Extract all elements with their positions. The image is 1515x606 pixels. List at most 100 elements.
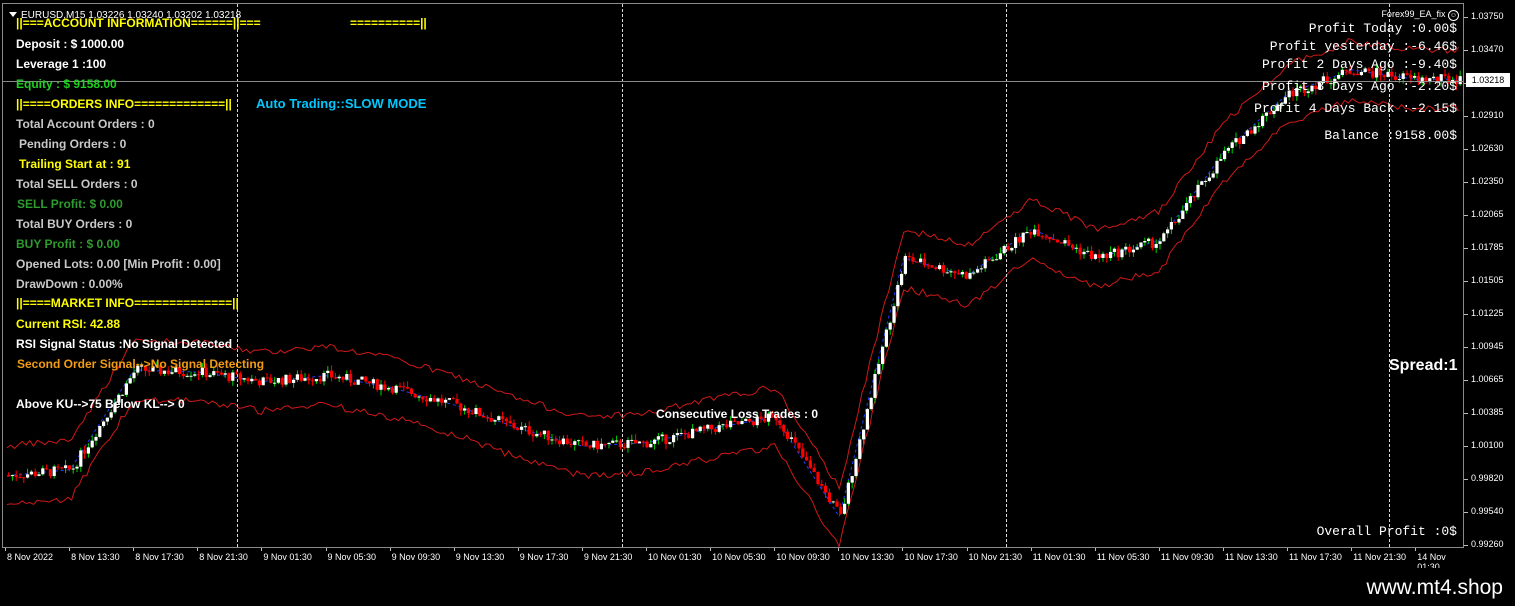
bull-candle — [1112, 248, 1116, 252]
bull-candle — [105, 417, 109, 422]
bull-candle — [379, 384, 383, 390]
bull-candle — [858, 439, 862, 459]
bull-candle — [729, 420, 733, 428]
overall-profit: Overall Profit :0$ — [1316, 524, 1457, 539]
bear-candle — [227, 373, 231, 381]
bull-candle — [972, 272, 976, 274]
bull-candle — [938, 265, 942, 270]
bear-candle — [565, 438, 569, 445]
time-label: 9 Nov 01:30 — [263, 552, 312, 562]
bull-candle — [1359, 71, 1363, 76]
time-tick — [902, 548, 904, 551]
time-tick — [710, 548, 712, 551]
bear-candle — [751, 421, 755, 426]
bull-candle — [896, 284, 900, 307]
bull-candle — [607, 442, 611, 445]
bull-candle — [1074, 247, 1078, 249]
bull-candle — [337, 376, 341, 379]
bear-candle — [926, 265, 930, 267]
price-tick — [1464, 215, 1468, 217]
chart-area[interactable]: EURUSD,M15 1.03226 1.03240 1.03202 1.032… — [2, 3, 1464, 548]
bear-candle — [67, 465, 71, 470]
time-label: 11 Nov 17:30 — [1289, 552, 1342, 562]
deposit: Deposit : $ 1000.00 — [16, 37, 125, 51]
bear-candle — [288, 374, 292, 383]
day-separator — [1006, 4, 1007, 547]
bull-candle — [577, 440, 581, 442]
price-label: 1.00665 — [1471, 373, 1504, 384]
bear-candle — [83, 450, 87, 454]
sell-profit: SELL Profit: $ 0.00 — [17, 197, 123, 211]
bull-candle — [98, 425, 102, 437]
time-label: 11 Nov 21:30 — [1353, 552, 1406, 562]
bear-candle — [60, 467, 64, 469]
market-header: ||====MARKET INFO==============|| — [16, 296, 239, 310]
bull-candle — [326, 370, 330, 374]
bear-candle — [1150, 238, 1154, 248]
bull-candle — [831, 501, 835, 503]
bear-candle — [1390, 71, 1394, 77]
bear-candle — [349, 374, 353, 383]
bear-candle — [1382, 75, 1386, 77]
bull-candle — [1101, 253, 1105, 258]
bull-candle — [428, 397, 432, 402]
bear-candle — [531, 434, 535, 437]
bull-candle — [303, 378, 307, 381]
bull-candle — [740, 421, 744, 425]
time-tick — [1158, 548, 1160, 551]
bear-candle — [1052, 239, 1056, 241]
bear-candle — [786, 431, 790, 439]
time-label: 10 Nov 05:30 — [712, 552, 766, 562]
bull-candle — [862, 429, 866, 440]
bear-candle — [14, 475, 18, 478]
bull-candle — [660, 434, 664, 437]
bear-candle — [934, 267, 938, 270]
price-label: 1.01505 — [1471, 275, 1504, 285]
bear-candle — [702, 426, 706, 429]
smiley-icon[interactable]: ☺ — [1448, 10, 1459, 21]
bull-candle — [1207, 177, 1211, 181]
bull-candle — [1162, 233, 1166, 242]
bull-candle — [523, 426, 527, 428]
time-tick — [261, 548, 263, 551]
bull-candle — [1169, 222, 1173, 230]
price-tick — [1464, 446, 1468, 448]
day-separator — [622, 4, 623, 547]
bull-candle — [630, 439, 634, 441]
total-sell-orders: Total SELL Orders : 0 — [16, 177, 138, 191]
bear-candle — [839, 506, 843, 514]
consecutive-loss-trades: Consecutive Loss Trades : 0 — [656, 407, 819, 421]
lower-band — [6, 98, 1460, 547]
time-axis[interactable]: 8 Nov 2022 8 Nov 13:30 8 Nov 17:30 8 Nov 21… — [2, 548, 1464, 572]
bear-candle — [558, 440, 562, 445]
bull-candle — [846, 482, 850, 504]
bull-candle — [675, 433, 679, 436]
bear-candle — [915, 261, 919, 263]
price-tick — [1464, 49, 1468, 51]
price-tick — [1464, 313, 1468, 315]
bull-candle — [497, 416, 501, 421]
bear-candle — [1029, 232, 1033, 235]
price-axis[interactable]: 1.037501.034701.031901.029101.026301.023… — [1464, 3, 1515, 549]
bull-candle — [394, 385, 398, 393]
bear-candle — [254, 378, 258, 381]
bear-candle — [246, 378, 250, 382]
bull-candle — [1200, 181, 1204, 185]
price-label: 0.99820 — [1471, 473, 1504, 484]
bear-candle — [1067, 240, 1071, 245]
bear-candle — [269, 377, 273, 383]
bear-candle — [1443, 74, 1447, 76]
bear-candle — [166, 370, 170, 374]
bull-candle — [1253, 126, 1257, 134]
bull-candle — [79, 450, 83, 467]
bull-candle — [10, 475, 14, 477]
bull-candle — [223, 373, 227, 375]
bear-candle — [1249, 130, 1253, 134]
bear-candle — [375, 379, 379, 390]
bull-candle — [637, 441, 641, 444]
bull-candle — [52, 466, 56, 477]
bull-candle — [877, 364, 881, 374]
bear-candle — [797, 442, 801, 449]
bull-candle — [649, 443, 653, 448]
bull-candle — [102, 421, 106, 426]
